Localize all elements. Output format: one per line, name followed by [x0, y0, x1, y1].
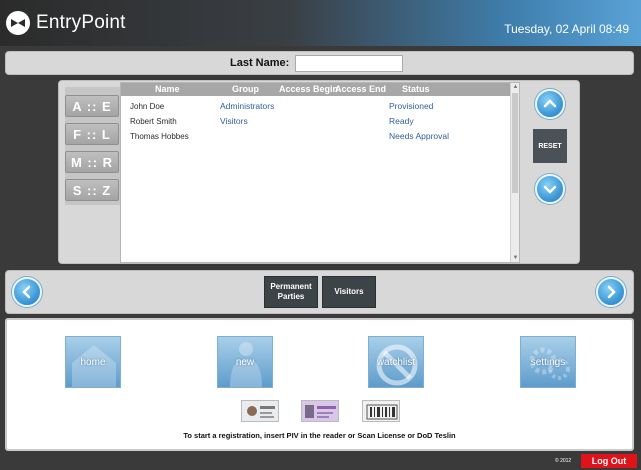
new-registration-tile[interactable]: new — [217, 336, 273, 388]
row-status: Provisioned — [389, 101, 434, 111]
last-name-search-bar: Last Name: — [5, 51, 634, 75]
main-actions-panel: home new watchlist settings To start a r… — [5, 318, 634, 451]
app-header: EntryPoint Tuesday, 02 April 08:49 — [0, 0, 641, 46]
home-tile[interactable]: home — [65, 336, 121, 388]
app-logo: EntryPoint — [6, 11, 126, 35]
app-name: EntryPoint — [36, 12, 126, 33]
scroll-down-arrow-icon[interactable]: ▼ — [511, 254, 520, 262]
piv-card-icon — [241, 400, 279, 422]
scroll-up-arrow-icon[interactable]: ▲ — [511, 83, 520, 91]
tab-permanent-parties[interactable]: Permanent Parties — [264, 276, 318, 308]
group-nav-bar: Permanent Parties Visitors — [5, 270, 634, 314]
current-datetime: Tuesday, 02 April 08:49 — [504, 22, 629, 36]
last-name-label: Last Name: — [230, 57, 290, 69]
dod-teslin-card-icon — [362, 400, 400, 422]
chevron-down-icon — [543, 185, 557, 194]
column-header-access-end[interactable]: Access End — [335, 84, 386, 94]
copyright-text: © 2012 — [555, 458, 572, 464]
last-name-input[interactable] — [295, 55, 403, 72]
next-page-button[interactable] — [596, 277, 626, 307]
chevron-right-icon — [607, 285, 616, 299]
registration-hint: To start a registration, insert PIV in t… — [183, 431, 456, 440]
scroll-down-button[interactable] — [535, 174, 565, 204]
filter-m-r-button[interactable]: M :: R — [65, 151, 119, 173]
drivers-license-icon — [301, 400, 339, 422]
watchlist-tile[interactable]: watchlist — [368, 336, 424, 388]
user-list-panel: A :: E F :: L M :: R S :: Z Name Group A… — [58, 80, 580, 264]
column-header-access-begin[interactable]: Access Begin — [279, 84, 338, 94]
home-tile-label: home — [80, 357, 106, 368]
row-name: Thomas Hobbes — [130, 132, 189, 141]
row-name: Robert Smith — [130, 117, 177, 126]
row-group: Administrators — [220, 101, 275, 111]
row-name: John Doe — [130, 102, 165, 111]
filter-f-l-button[interactable]: F :: L — [65, 123, 119, 145]
log-out-button[interactable]: Log Out — [581, 454, 637, 468]
watchlist-tile-label: watchlist — [376, 357, 416, 368]
entrypoint-logo-icon — [6, 11, 30, 35]
row-status: Needs Approval — [389, 131, 450, 141]
chevron-up-icon — [543, 99, 557, 108]
column-header-group[interactable]: Group — [232, 84, 259, 94]
tab-visitors[interactable]: Visitors — [322, 276, 376, 308]
table-header: Name Group Access Begin Access End Statu… — [121, 83, 510, 96]
filter-a-e-button[interactable]: A :: E — [65, 95, 119, 117]
new-tile-label: new — [235, 357, 255, 368]
chevron-left-icon — [22, 285, 31, 299]
settings-tile[interactable]: settings — [520, 336, 576, 388]
column-header-name[interactable]: Name — [155, 84, 180, 94]
table-scrollbar[interactable]: ▲ ▼ — [510, 83, 519, 262]
column-header-status[interactable]: Status — [402, 84, 430, 94]
row-group: Visitors — [220, 116, 248, 126]
previous-page-button[interactable] — [12, 277, 42, 307]
row-status: Ready — [389, 116, 414, 126]
user-table: Name Group Access Begin Access End Statu… — [120, 82, 520, 263]
filter-s-z-button[interactable]: S :: Z — [65, 179, 119, 201]
scrollbar-thumb[interactable] — [512, 93, 518, 193]
settings-tile-label: settings — [530, 357, 566, 368]
scroll-up-button[interactable] — [535, 89, 565, 119]
reset-button[interactable]: RESET — [533, 129, 567, 163]
